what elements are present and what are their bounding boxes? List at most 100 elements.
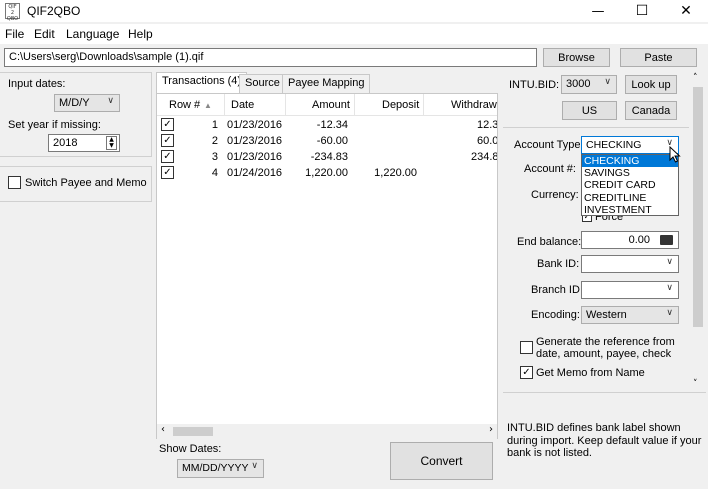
menu-bar: File Edit Language Help [0, 24, 708, 44]
window-title: QIF2QBO [27, 4, 81, 18]
account-type-option[interactable]: CREDIT CARD [582, 179, 678, 191]
tab-source[interactable]: Source [239, 74, 286, 93]
switch-payee-memo-label: Switch Payee and Memo [25, 176, 147, 189]
row-checkbox-checked-icon[interactable]: ✓ [161, 150, 174, 163]
encoding-label: Encoding: [531, 309, 580, 321]
menu-edit[interactable]: Edit [34, 27, 55, 41]
scroll-up-icon[interactable]: ˄ [693, 73, 698, 83]
chevron-down-icon: ∨ [666, 257, 673, 267]
cell-deposit: 1,220.00 [374, 167, 417, 179]
cell-date: 01/23/2016 [227, 135, 283, 147]
cell-date: 01/23/2016 [227, 119, 283, 131]
table-row[interactable]: ✓ 3 01/23/2016 -234.83 234.83 [157, 149, 497, 165]
mouse-cursor-icon [669, 146, 681, 163]
input-dates-select[interactable]: M/D/Y ∨ [54, 94, 120, 112]
header-amount[interactable]: Amount [312, 99, 350, 111]
chevron-down-icon: ∨ [666, 283, 673, 293]
horizontal-scrollbar[interactable]: ‹ › [157, 424, 497, 439]
account-type-option[interactable]: INVESTMENT [582, 204, 678, 216]
scroll-right-icon[interactable]: › [489, 424, 493, 435]
grid-header: Row # ▲ Date Amount Deposit Withdrawa [157, 94, 497, 116]
help-text: INTU.BID defines bank label shown during… [503, 392, 706, 487]
cell-amount: 1,220.00 [305, 167, 348, 179]
vertical-scrollbar[interactable]: ˄ ˅ [690, 73, 706, 389]
row-checkbox-checked-icon[interactable]: ✓ [161, 134, 174, 147]
bank-id-label: Bank ID: [537, 258, 580, 270]
header-row-num[interactable]: Row # [169, 99, 200, 111]
branch-id-select[interactable]: ∨ [581, 281, 679, 299]
close-button[interactable]: ✕ [664, 0, 708, 22]
sort-ascending-icon: ▲ [204, 101, 212, 110]
show-dates-value: MM/DD/YYYY [182, 462, 249, 474]
encoding-value: Western [586, 309, 627, 321]
account-type-select[interactable]: CHECKING ∨ [581, 136, 679, 154]
scroll-left-icon[interactable]: ‹ [161, 424, 165, 435]
convert-button[interactable]: Convert [390, 442, 493, 480]
cell-withdrawal: 60.00 [477, 135, 498, 147]
checkbox-unchecked-icon[interactable] [520, 341, 533, 354]
end-balance-input[interactable]: 0.00 [581, 231, 679, 249]
account-type-option[interactable]: CREDITLINE [582, 192, 678, 204]
cell-date: 01/24/2016 [227, 167, 283, 179]
scroll-thumb[interactable] [173, 427, 213, 436]
spinner-arrows-icon[interactable]: ▲ ▼ [106, 136, 117, 150]
maximize-button[interactable]: ☐ [620, 0, 664, 22]
switch-payee-memo-checkbox[interactable]: Switch Payee and Memo [8, 176, 147, 189]
year-value: 2018 [53, 137, 78, 149]
tab-payee-mapping[interactable]: Payee Mapping [282, 74, 371, 93]
get-memo-checkbox[interactable]: ✓ Get Memo from Name [520, 366, 645, 379]
intu-bid-value: 3000 [566, 78, 591, 90]
year-spinner[interactable]: 2018 ▲ ▼ [48, 134, 120, 152]
title-bar: QIF 2 QBO QIF2QBO — ☐ ✕ [0, 0, 708, 22]
account-type-option[interactable]: SAVINGS [582, 167, 678, 179]
menu-language[interactable]: Language [66, 27, 119, 41]
table-row[interactable]: ✓ 2 01/23/2016 -60.00 60.00 [157, 133, 498, 149]
menu-file[interactable]: File [5, 27, 24, 41]
file-path-input[interactable]: C:\Users\serg\Downloads\sample (1).qif [4, 48, 537, 67]
get-memo-label: Get Memo from Name [536, 366, 645, 379]
checkbox-checked-icon[interactable]: ✓ [520, 366, 533, 379]
transactions-grid: Row # ▲ Date Amount Deposit Withdrawa ✓ … [156, 93, 498, 439]
bank-id-select[interactable]: ∨ [581, 255, 679, 273]
show-dates-label: Show Dates: [159, 443, 222, 455]
paste-button[interactable]: Paste [620, 48, 697, 67]
intu-bid-select[interactable]: 3000 ∨ [561, 75, 617, 94]
cell-date: 01/23/2016 [227, 151, 283, 163]
calculator-icon[interactable] [660, 235, 673, 245]
table-row[interactable]: ✓ 4 01/24/2016 1,220.00 1,220.00 [157, 165, 497, 181]
intu-bid-label: INTU.BID: [509, 79, 560, 91]
lookup-button[interactable]: Look up [625, 75, 677, 94]
tab-transactions[interactable]: Transactions (4) [156, 72, 248, 94]
table-row[interactable]: ✓ 1 01/23/2016 -12.34 12.34 [157, 117, 497, 133]
cell-amount: -12.34 [316, 119, 348, 131]
scroll-down-icon[interactable]: ˅ [693, 379, 698, 389]
header-withdrawal[interactable]: Withdrawa [451, 99, 497, 111]
app-icon: QIF 2 QBO [5, 3, 20, 22]
row-checkbox-checked-icon[interactable]: ✓ [161, 118, 174, 131]
divider [503, 127, 689, 128]
checkbox-unchecked-icon[interactable] [8, 176, 21, 189]
end-balance-value: 0.00 [628, 234, 650, 246]
encoding-select[interactable]: Western ∨ [581, 306, 679, 324]
browse-button[interactable]: Browse [543, 48, 610, 67]
minimize-button[interactable]: — [576, 0, 620, 22]
row-checkbox-checked-icon[interactable]: ✓ [161, 166, 174, 179]
us-button[interactable]: US [562, 101, 617, 120]
chevron-down-icon: ∨ [666, 308, 673, 318]
chevron-down-icon: ∨ [251, 461, 258, 471]
end-balance-label: End balance: [517, 236, 582, 248]
menu-help[interactable]: Help [128, 27, 153, 41]
header-date[interactable]: Date [231, 99, 254, 111]
account-type-value: CHECKING [586, 139, 642, 151]
currency-label: Currency: [531, 189, 579, 201]
cell-row: 3 [211, 151, 218, 163]
generate-reference-checkbox[interactable]: Generate the reference from date, amount… [520, 336, 680, 360]
show-dates-select[interactable]: MM/DD/YYYY ∨ [177, 459, 264, 478]
input-dates-value: M/D/Y [59, 97, 90, 109]
account-type-label: Account Type [514, 139, 581, 151]
header-deposit[interactable]: Deposit [382, 99, 419, 111]
account-type-option[interactable]: CHECKING [582, 155, 678, 168]
account-type-dropdown[interactable]: CHECKING SAVINGS CREDIT CARD CREDITLINE … [581, 154, 679, 216]
scroll-thumb[interactable] [693, 87, 703, 327]
canada-button[interactable]: Canada [625, 101, 677, 120]
